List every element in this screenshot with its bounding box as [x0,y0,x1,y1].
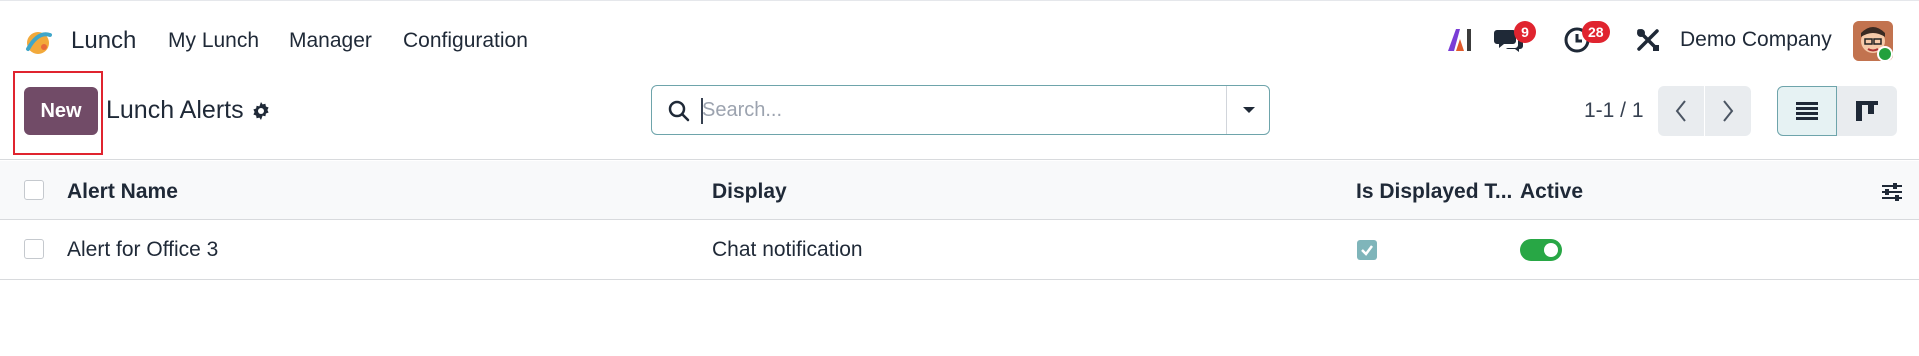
toggle-knob [1544,243,1558,257]
breadcrumb: Lunch Alerts [106,96,244,124]
table-row[interactable]: Alert for Office 3 Chat notification [0,220,1919,280]
ai-icon[interactable] [1443,23,1477,57]
chevron-left-icon [1675,100,1686,122]
lunch-app-icon[interactable] [20,25,56,61]
row-select-checkbox[interactable] [24,239,44,259]
table-header: Alert Name Display Is Displayed T... Act… [0,161,1919,220]
company-switcher[interactable]: Demo Company [1680,28,1832,52]
messages-badge: 9 [1514,21,1536,43]
pager-next-button[interactable] [1705,86,1751,136]
alert-name-cell[interactable]: Alert for Office 3 [67,238,218,262]
checkmark-icon [1361,245,1373,256]
select-all-checkbox[interactable] [24,180,44,200]
kanban-icon [1856,101,1878,121]
display-cell[interactable]: Chat notification [712,238,863,262]
search-options-toggle[interactable] [1226,86,1270,134]
top-navbar: Lunch My Lunch Manager Configuration 9 2… [0,0,1919,80]
debug-tools-icon[interactable] [1631,23,1665,57]
menu-manager[interactable]: Manager [289,29,372,53]
active-toggle[interactable] [1520,239,1562,261]
new-button[interactable]: New [24,87,98,135]
pager-previous-button[interactable] [1658,86,1704,136]
app-name[interactable]: Lunch [71,27,136,55]
column-display[interactable]: Display [712,180,787,204]
search-bar [651,85,1270,135]
menu-my-lunch[interactable]: My Lunch [168,29,259,53]
optional-columns-icon[interactable] [1880,180,1904,204]
menu-configuration[interactable]: Configuration [403,29,528,53]
column-alert-name[interactable]: Alert Name [67,180,178,204]
search-icon [668,100,690,122]
gear-icon[interactable] [251,101,271,121]
list-icon [1796,102,1818,120]
column-is-displayed-today[interactable]: Is Displayed T... [1356,180,1512,204]
activities-badge: 28 [1582,21,1610,43]
column-active[interactable]: Active [1520,180,1583,204]
pager-value[interactable]: 1-1 / 1 [1584,99,1644,123]
is-displayed-checkbox [1357,240,1377,260]
chevron-right-icon [1723,100,1734,122]
list-view-button[interactable] [1777,86,1837,136]
caret-down-icon [1242,107,1255,113]
search-input[interactable] [702,94,1172,126]
kanban-view-button[interactable] [1837,86,1897,136]
online-status-dot [1877,46,1893,62]
